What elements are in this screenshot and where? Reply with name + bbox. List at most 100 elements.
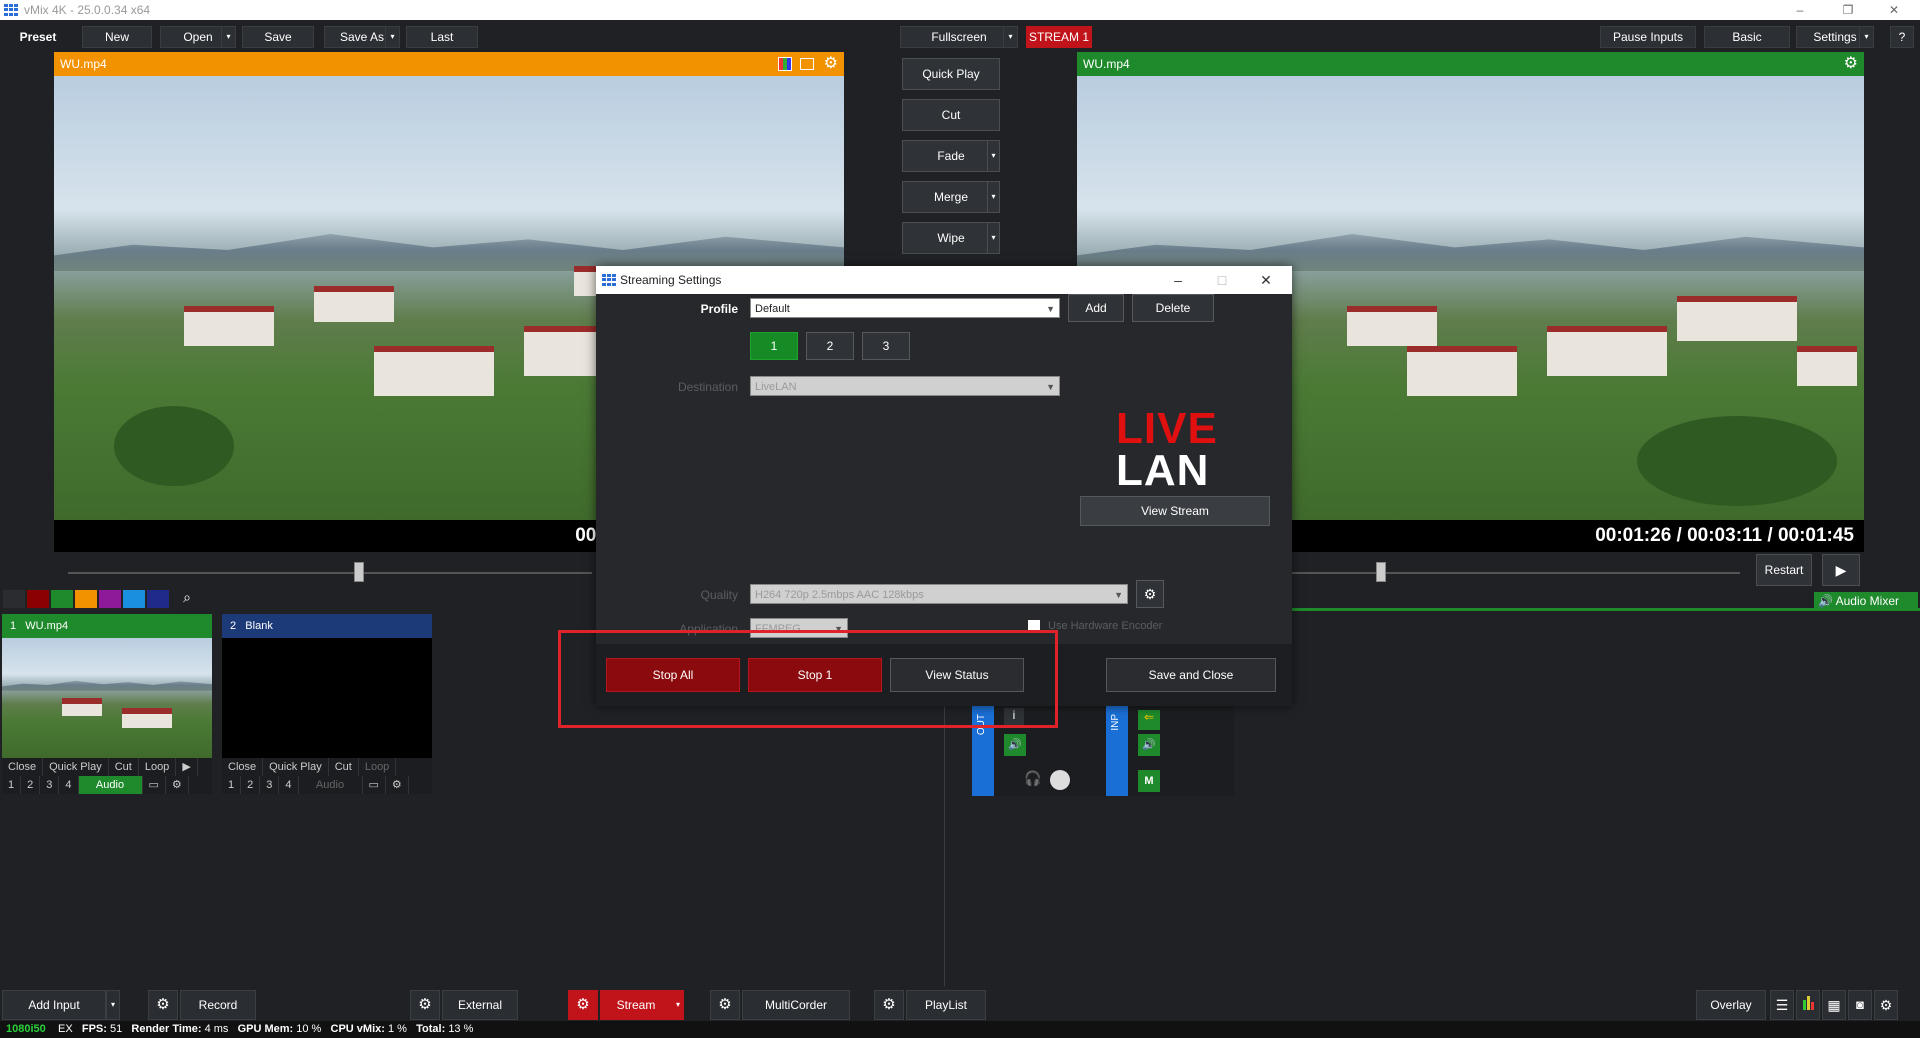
input-close-button[interactable]: Close <box>222 758 264 776</box>
color-filter-green[interactable] <box>50 589 74 609</box>
fullscreen-button[interactable]: Fullscreen ▾ <box>900 26 1018 48</box>
merge-dropdown-icon[interactable]: ▾ <box>987 182 999 212</box>
fullscreen-dropdown-icon[interactable]: ▾ <box>1003 27 1017 47</box>
dialog-close-icon[interactable]: ✕ <box>1244 266 1288 294</box>
input-loop-button[interactable]: Loop <box>139 758 177 776</box>
audio-mixer-button[interactable]: 🔊 Audio Mixer <box>1814 592 1918 610</box>
input-card-2[interactable]: 2 Blank Close Quick Play Cut Loop 1 2 3 … <box>222 614 432 794</box>
color-correction-icon[interactable] <box>778 57 792 71</box>
overlay-2-button[interactable]: 2 <box>21 776 41 794</box>
close-icon[interactable]: ✕ <box>1876 0 1912 20</box>
settings-button[interactable]: Settings ▾ <box>1796 26 1874 48</box>
input-cut-button[interactable]: Cut <box>329 758 359 776</box>
help-button[interactable]: ? <box>1890 26 1914 48</box>
open-button[interactable]: Open ▾ <box>160 26 236 48</box>
save-and-close-button[interactable]: Save and Close <box>1106 658 1276 692</box>
input-quick-play-button[interactable]: Quick Play <box>263 758 329 776</box>
view-stream-button[interactable]: View Stream <box>1080 496 1270 526</box>
overlay-3-button[interactable]: 3 <box>260 776 280 794</box>
volume-knob[interactable] <box>1050 770 1070 790</box>
dialog-minimize-icon[interactable]: – <box>1156 266 1200 294</box>
wipe-button[interactable]: Wipe ▾ <box>902 222 1000 254</box>
input-card-1[interactable]: 1 WU.mp4 Close Quick Play Cut Loop ▶ 1 2… <box>2 614 212 794</box>
add-input-dropdown-icon[interactable]: ▾ <box>106 990 120 1020</box>
input-cut-button[interactable]: Cut <box>109 758 139 776</box>
quality-gear-icon[interactable]: ⚙ <box>1136 580 1164 608</box>
save-as-button[interactable]: Save As ▾ <box>324 26 400 48</box>
pause-inputs-button[interactable]: Pause Inputs <box>1600 26 1696 48</box>
input-close-button[interactable]: Close <box>2 758 44 776</box>
color-filter-red[interactable] <box>26 589 50 609</box>
overlay-button[interactable]: Overlay <box>1696 990 1766 1020</box>
preview-seek-knob[interactable] <box>354 562 364 582</box>
overlay-3-button[interactable]: 3 <box>40 776 60 794</box>
bars-icon[interactable] <box>1796 990 1820 1020</box>
stream-button[interactable]: Stream <box>600 990 672 1020</box>
record-button[interactable]: Record <box>180 990 256 1020</box>
external-button[interactable]: External <box>442 990 518 1020</box>
last-button[interactable]: Last <box>406 26 478 48</box>
input-audio-button[interactable]: Audio <box>78 776 143 794</box>
open-dropdown-icon[interactable]: ▾ <box>221 27 235 47</box>
settings-dropdown-icon[interactable]: ▾ <box>1859 27 1873 47</box>
overlay-1-button[interactable]: 1 <box>2 776 22 794</box>
color-filter-blue[interactable] <box>122 589 146 609</box>
overlay-1-button[interactable]: 1 <box>222 776 242 794</box>
add-profile-button[interactable]: Add <box>1068 294 1124 322</box>
input-audio-button[interactable]: Audio <box>299 776 363 794</box>
play-icon[interactable]: ▶ <box>1822 554 1860 586</box>
layers-icon[interactable] <box>800 58 814 70</box>
input-loop-button[interactable]: Loop <box>359 758 397 776</box>
snapshot-icon[interactable]: ◙ <box>1848 990 1872 1020</box>
monitor-icon[interactable]: ▭ <box>363 776 386 794</box>
save-as-dropdown-icon[interactable]: ▾ <box>385 27 399 47</box>
input-gear-icon[interactable]: ⚙ <box>386 776 409 794</box>
merge-button[interactable]: Merge ▾ <box>902 181 1000 213</box>
preview-gear-icon[interactable]: ⚙ <box>824 52 838 76</box>
stream-tab-2[interactable]: 2 <box>806 332 854 360</box>
headphones-icon[interactable]: 🎧 <box>1024 770 1041 787</box>
color-filter-none[interactable] <box>2 589 26 609</box>
program-gear-icon[interactable]: ⚙ <box>1844 52 1858 76</box>
minimize-icon[interactable]: – <box>1782 0 1818 20</box>
save-button[interactable]: Save <box>242 26 314 48</box>
preset-button[interactable]: Preset <box>4 26 72 48</box>
multicorder-button[interactable]: MultiCorder <box>742 990 850 1020</box>
fade-dropdown-icon[interactable]: ▾ <box>987 141 999 171</box>
bottom-gear-icon[interactable]: ⚙ <box>1874 990 1898 1020</box>
restore-icon[interactable]: ❐ <box>1830 0 1866 20</box>
color-filter-orange[interactable] <box>74 589 98 609</box>
profile-select[interactable]: Default ▼ <box>750 298 1060 318</box>
program-seek-track[interactable] <box>1290 572 1740 574</box>
basic-button[interactable]: Basic <box>1704 26 1790 48</box>
overlay-2-button[interactable]: 2 <box>241 776 261 794</box>
external-gear-icon[interactable]: ⚙ <box>410 990 440 1020</box>
stream-tab-1[interactable]: 1 <box>750 332 798 360</box>
preview-seek-track[interactable] <box>68 572 592 574</box>
overlay-4-button[interactable]: 4 <box>279 776 299 794</box>
quality-select[interactable]: H264 720p 2.5mbps AAC 128kbps ▼ <box>750 584 1128 604</box>
search-icon[interactable]: ⌕ <box>176 589 198 609</box>
record-gear-icon[interactable]: ⚙ <box>148 990 178 1020</box>
list-icon[interactable]: ☰ <box>1770 990 1794 1020</box>
cut-button[interactable]: Cut <box>902 99 1000 131</box>
mute-button[interactable]: M <box>1138 770 1160 792</box>
input-gear-icon[interactable]: ⚙ <box>166 776 189 794</box>
add-input-button[interactable]: Add Input <box>2 990 106 1020</box>
input-thumbnail[interactable] <box>222 638 432 758</box>
grid-icon[interactable]: ▦ <box>1822 990 1846 1020</box>
color-filter-navy[interactable] <box>146 589 170 609</box>
delete-profile-button[interactable]: Delete <box>1132 294 1214 322</box>
color-filter-purple[interactable] <box>98 589 122 609</box>
wipe-dropdown-icon[interactable]: ▾ <box>987 223 999 253</box>
new-button[interactable]: New <box>82 26 152 48</box>
stream-dropdown-icon[interactable]: ▾ <box>672 990 684 1020</box>
multicorder-gear-icon[interactable]: ⚙ <box>710 990 740 1020</box>
input-play-icon[interactable]: ▶ <box>176 758 198 776</box>
playlist-gear-icon[interactable]: ⚙ <box>874 990 904 1020</box>
fade-button[interactable]: Fade ▾ <box>902 140 1000 172</box>
stream-gear-icon[interactable]: ⚙ <box>568 990 598 1020</box>
master-speaker-icon[interactable]: 🔊 <box>1004 734 1026 756</box>
input-quick-play-button[interactable]: Quick Play <box>43 758 109 776</box>
arrow-left-icon[interactable]: ⇐ <box>1138 710 1160 730</box>
